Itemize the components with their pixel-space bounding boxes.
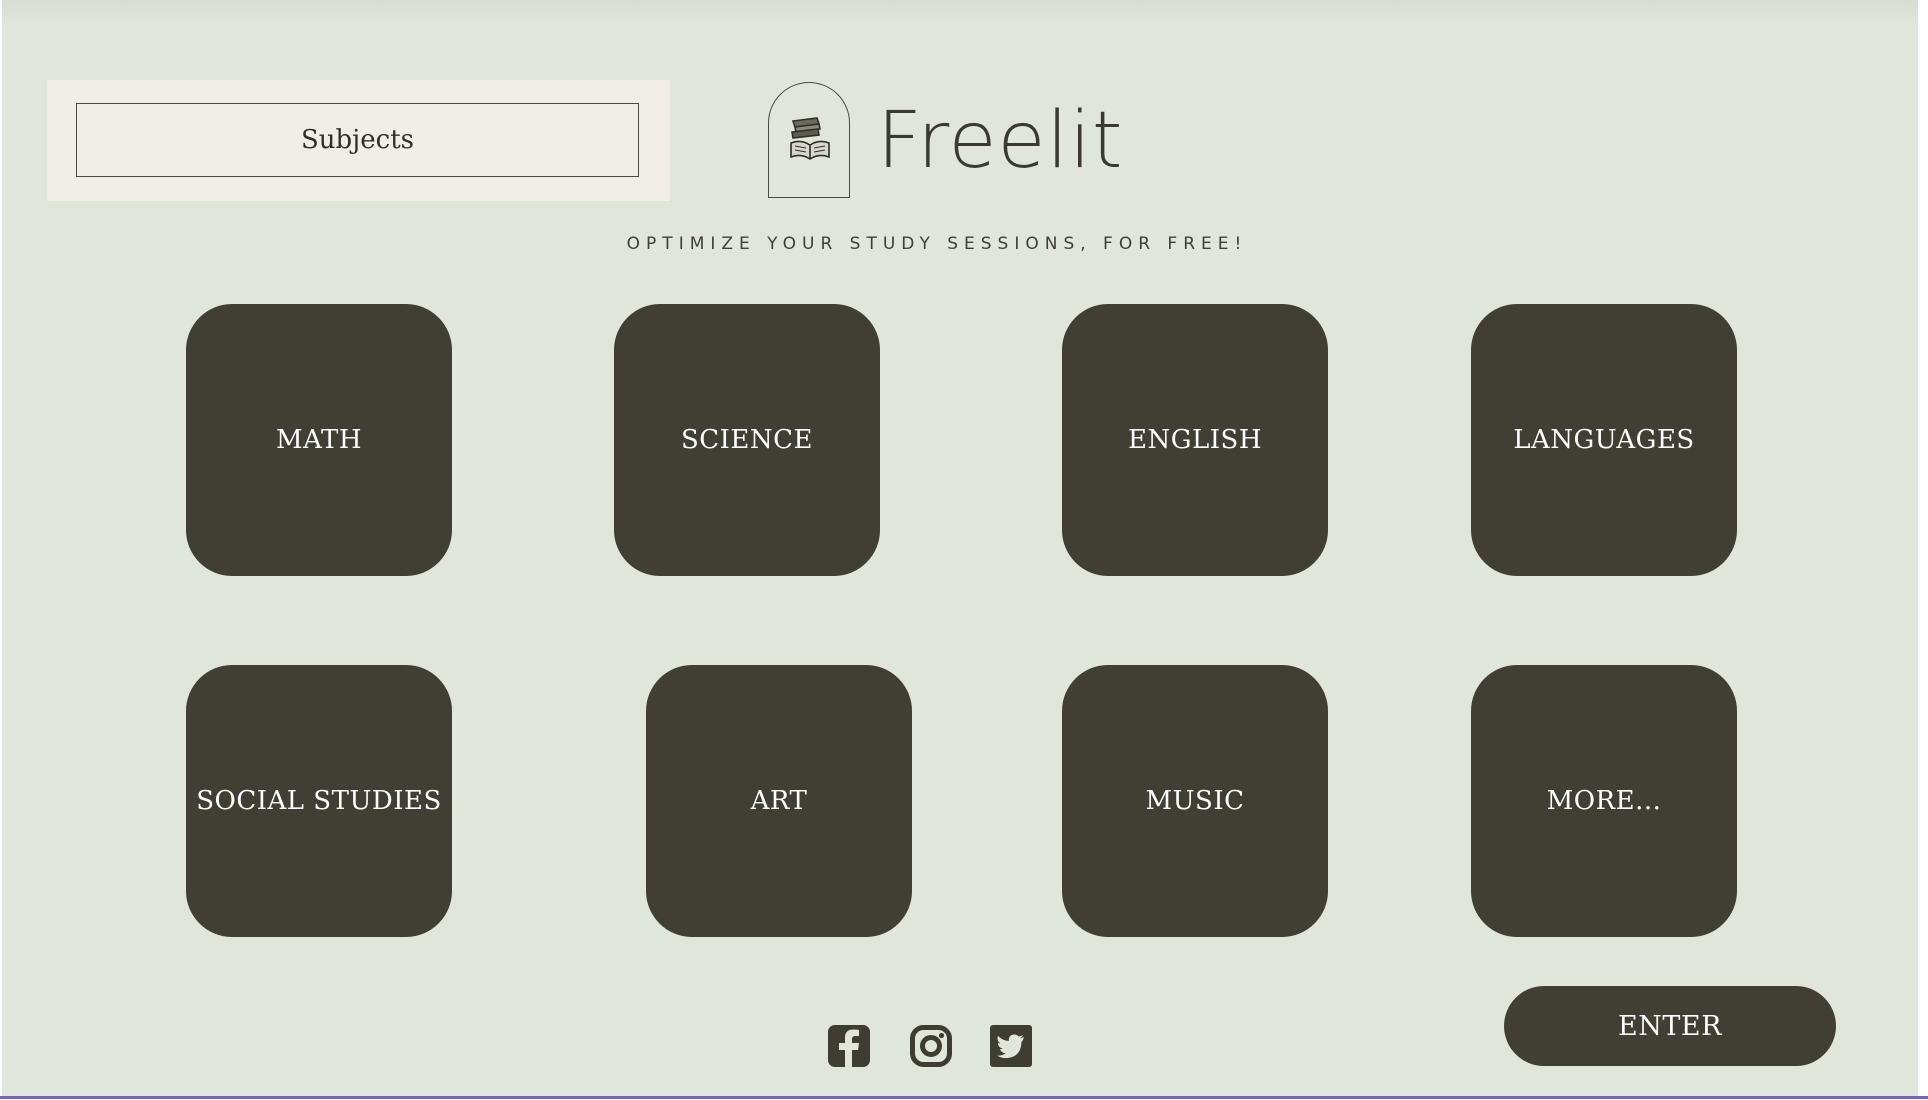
enter-label: ENTER (1618, 1010, 1722, 1042)
tile-label: MORE... (1546, 786, 1662, 816)
page: Subjects Freelit OPTIMIZE YOUR STUDY SES… (2, 0, 1918, 1098)
subjects-label: Subjects (300, 125, 414, 155)
tile-music[interactable]: MUSIC (1062, 665, 1328, 937)
tile-label: MATH (276, 425, 362, 455)
facebook-icon[interactable] (828, 1025, 870, 1067)
bottom-border (0, 1096, 1928, 1099)
tile-more[interactable]: MORE... (1471, 665, 1737, 937)
subjects-panel: Subjects (47, 80, 670, 201)
tile-english[interactable]: ENGLISH (1062, 304, 1328, 576)
books-icon (790, 117, 830, 160)
tile-label: SOCIAL STUDIES (196, 786, 442, 816)
tile-label: SCIENCE (680, 425, 814, 455)
tile-label: ENGLISH (1127, 425, 1263, 455)
tile-label: LANGUAGES (1513, 425, 1695, 455)
tile-art[interactable]: ART (646, 665, 912, 937)
tile-label: MUSIC (1145, 786, 1245, 816)
tile-social-studies[interactable]: SOCIAL STUDIES (186, 665, 452, 937)
brand-name[interactable]: Freelit (877, 96, 1123, 186)
tagline: OPTIMIZE YOUR STUDY SESSIONS, FOR FREE! (626, 234, 1248, 254)
twitter-icon[interactable] (990, 1025, 1032, 1067)
subjects-button[interactable]: Subjects (76, 103, 639, 177)
tile-label: ART (750, 786, 808, 816)
logo-arch (768, 82, 850, 198)
tile-science[interactable]: SCIENCE (614, 304, 880, 576)
enter-button[interactable]: ENTER (1504, 986, 1836, 1066)
right-edge (1918, 0, 1928, 1100)
tile-languages[interactable]: LANGUAGES (1471, 304, 1737, 576)
top-shadow (2, 0, 1918, 24)
instagram-icon[interactable] (910, 1025, 952, 1067)
tile-math[interactable]: MATH (186, 304, 452, 576)
